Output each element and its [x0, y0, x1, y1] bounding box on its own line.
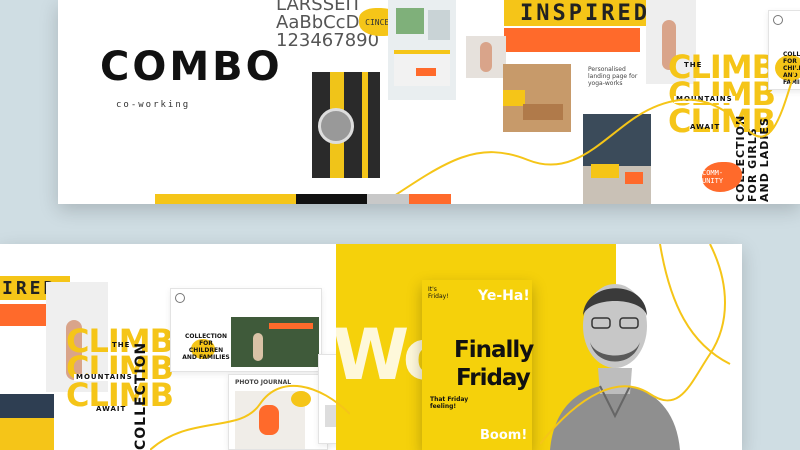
site-heading: COLLECTION FOR CHILDREN AND FAMILIES [182, 333, 230, 361]
brand-subtitle: co-working [116, 100, 191, 110]
type-sample-numbers: 123467890 [276, 30, 380, 51]
decorative-wave-2 [150, 385, 350, 450]
climb-tagline-1: THE [112, 341, 131, 349]
climb-tagline-3: AWAIT [96, 405, 127, 413]
swatch-orange [409, 194, 452, 204]
color-palette [155, 194, 452, 204]
yellow-wall [0, 418, 54, 450]
poster-yeha: Ye-Ha! [478, 288, 530, 304]
decorative-wave [540, 244, 731, 445]
poster-subline: That Friday feeling! [430, 396, 469, 410]
poster-headline-2: Friday [456, 365, 531, 391]
logo-icon [175, 293, 185, 303]
orange-block [504, 28, 640, 52]
website-card: COLLECTION FOR CHILDREN AND FAMILIES [170, 288, 322, 372]
decorative-wave [388, 60, 800, 201]
moodboard-bottom: IRED CLIMB CLIMB CLIMB THE MOUNTAINS AWA… [0, 244, 742, 450]
plant [396, 8, 424, 34]
orange-block [0, 304, 50, 326]
climb-tagline-2: MOUNTAINS [74, 373, 135, 381]
logo-icon [773, 15, 783, 25]
watch-photo [312, 72, 380, 178]
inspired-banner: INSPIRED [504, 0, 666, 26]
watch-face [318, 108, 354, 144]
friday-poster: It's Friday! Ye-Ha! Finally Friday That … [422, 280, 534, 450]
poster-boom: Boom! [480, 428, 528, 443]
swatch-yellow [155, 194, 226, 204]
child [253, 333, 263, 361]
poster-headline-1: Finally [454, 337, 534, 363]
moodboard-top: COMBO co-working LARSSEIT AaBbCcD 123467… [58, 0, 800, 204]
brand-logo: COMBO [100, 44, 283, 90]
slide [269, 323, 313, 329]
playground-photo [231, 317, 319, 367]
lounge-photo [0, 394, 54, 450]
swatch-black [296, 194, 368, 204]
climb-poster: CLIMB CLIMB CLIMB THE MOUNTAINS AWAIT [66, 325, 174, 422]
swatch-gray [367, 194, 410, 204]
window [428, 10, 450, 40]
pencil [362, 72, 368, 178]
poster-top-left: It's Friday! [428, 286, 449, 300]
swatch-yellow-2 [225, 194, 297, 204]
